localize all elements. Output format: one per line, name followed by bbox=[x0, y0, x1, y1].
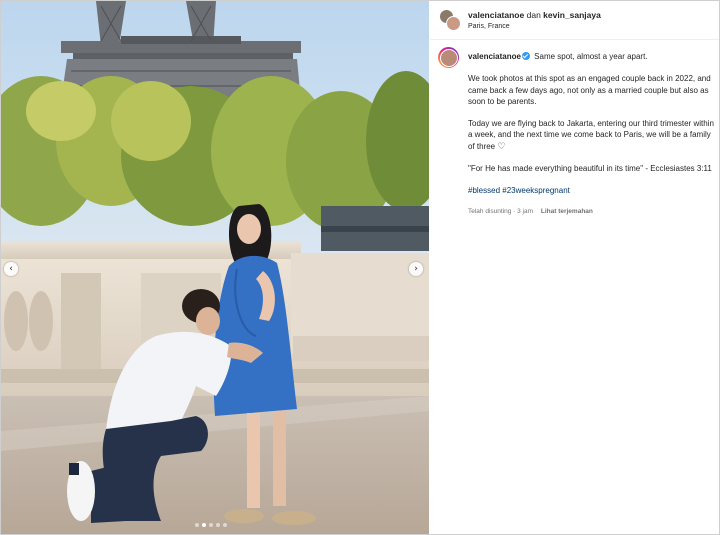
post-header: valenciatanoe dan kevin_sanjaya Paris, F… bbox=[430, 1, 719, 40]
caption-avatar[interactable] bbox=[438, 47, 459, 68]
hashtag-link[interactable]: #blessed bbox=[468, 186, 500, 195]
username-link[interactable]: valenciatanoe bbox=[468, 10, 524, 20]
verified-badge-icon bbox=[521, 52, 530, 60]
location-link[interactable]: Paris, France bbox=[468, 23, 510, 30]
carousel-dot bbox=[195, 523, 199, 527]
carousel-dot-active bbox=[202, 523, 206, 527]
avatar[interactable] bbox=[446, 16, 461, 31]
post-details-panel: valenciatanoe dan kevin_sanjaya Paris, F… bbox=[430, 1, 719, 534]
caption-paragraph: We took photos at this spot as an engage… bbox=[468, 74, 711, 106]
hashtag-link[interactable]: #23weekspregnant bbox=[502, 186, 570, 195]
caption-username[interactable]: valenciatanoe bbox=[468, 52, 521, 61]
collab-conjunction: dan bbox=[526, 10, 541, 20]
chevron-right-icon: › bbox=[414, 263, 418, 274]
photo-scene bbox=[1, 1, 429, 534]
caption-quote: "For He has made everything beautiful in… bbox=[468, 164, 712, 174]
heart-icon: ♡ bbox=[497, 141, 506, 152]
next-image-button[interactable]: › bbox=[409, 262, 423, 276]
hashtags: #blessed #23weekspregnant bbox=[468, 185, 714, 196]
timestamp: Telah disunting · 3 jam bbox=[468, 207, 534, 215]
carousel-dot bbox=[223, 523, 227, 527]
chevron-left-icon: ‹ bbox=[9, 263, 13, 274]
previous-image-button[interactable]: ‹ bbox=[4, 262, 18, 276]
see-translation-button[interactable]: Lihat terjemahan bbox=[541, 208, 593, 215]
caption-meta: Telah disunting · 3 jam Lihat terjemahan bbox=[468, 206, 714, 217]
carousel-dot bbox=[209, 523, 213, 527]
caption-first-line: Same spot, almost a year apart. bbox=[534, 52, 648, 61]
carousel-dot bbox=[216, 523, 220, 527]
caption-text: valenciatanoe Same spot, almost a year a… bbox=[468, 51, 714, 217]
collab-usernames: valenciatanoe dan kevin_sanjaya bbox=[468, 10, 601, 20]
collab-avatars[interactable] bbox=[439, 9, 461, 31]
instagram-post-window: ‹ › valenciatanoe dan kevin_sanjaya Pari… bbox=[0, 0, 720, 535]
username-link[interactable]: kevin_sanjaya bbox=[543, 10, 601, 20]
carousel-indicator bbox=[195, 523, 227, 527]
post-photo[interactable]: ‹ › bbox=[1, 1, 429, 534]
